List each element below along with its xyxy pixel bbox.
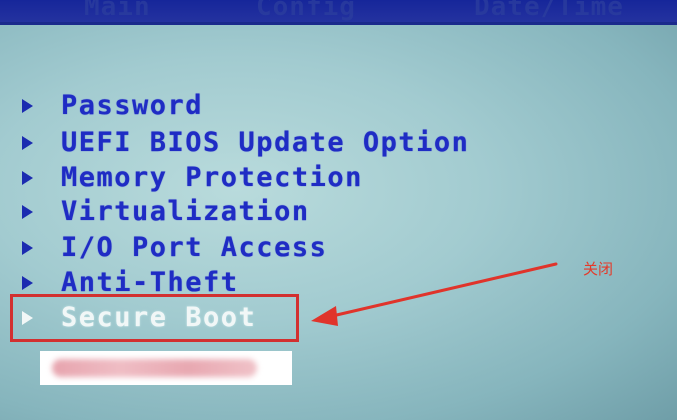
annotation-label: 关闭 bbox=[583, 260, 614, 278]
bios-screen: Main Config Date/Time Password UEFI BIOS… bbox=[0, 0, 677, 420]
annotation-arrow-icon bbox=[311, 262, 558, 326]
